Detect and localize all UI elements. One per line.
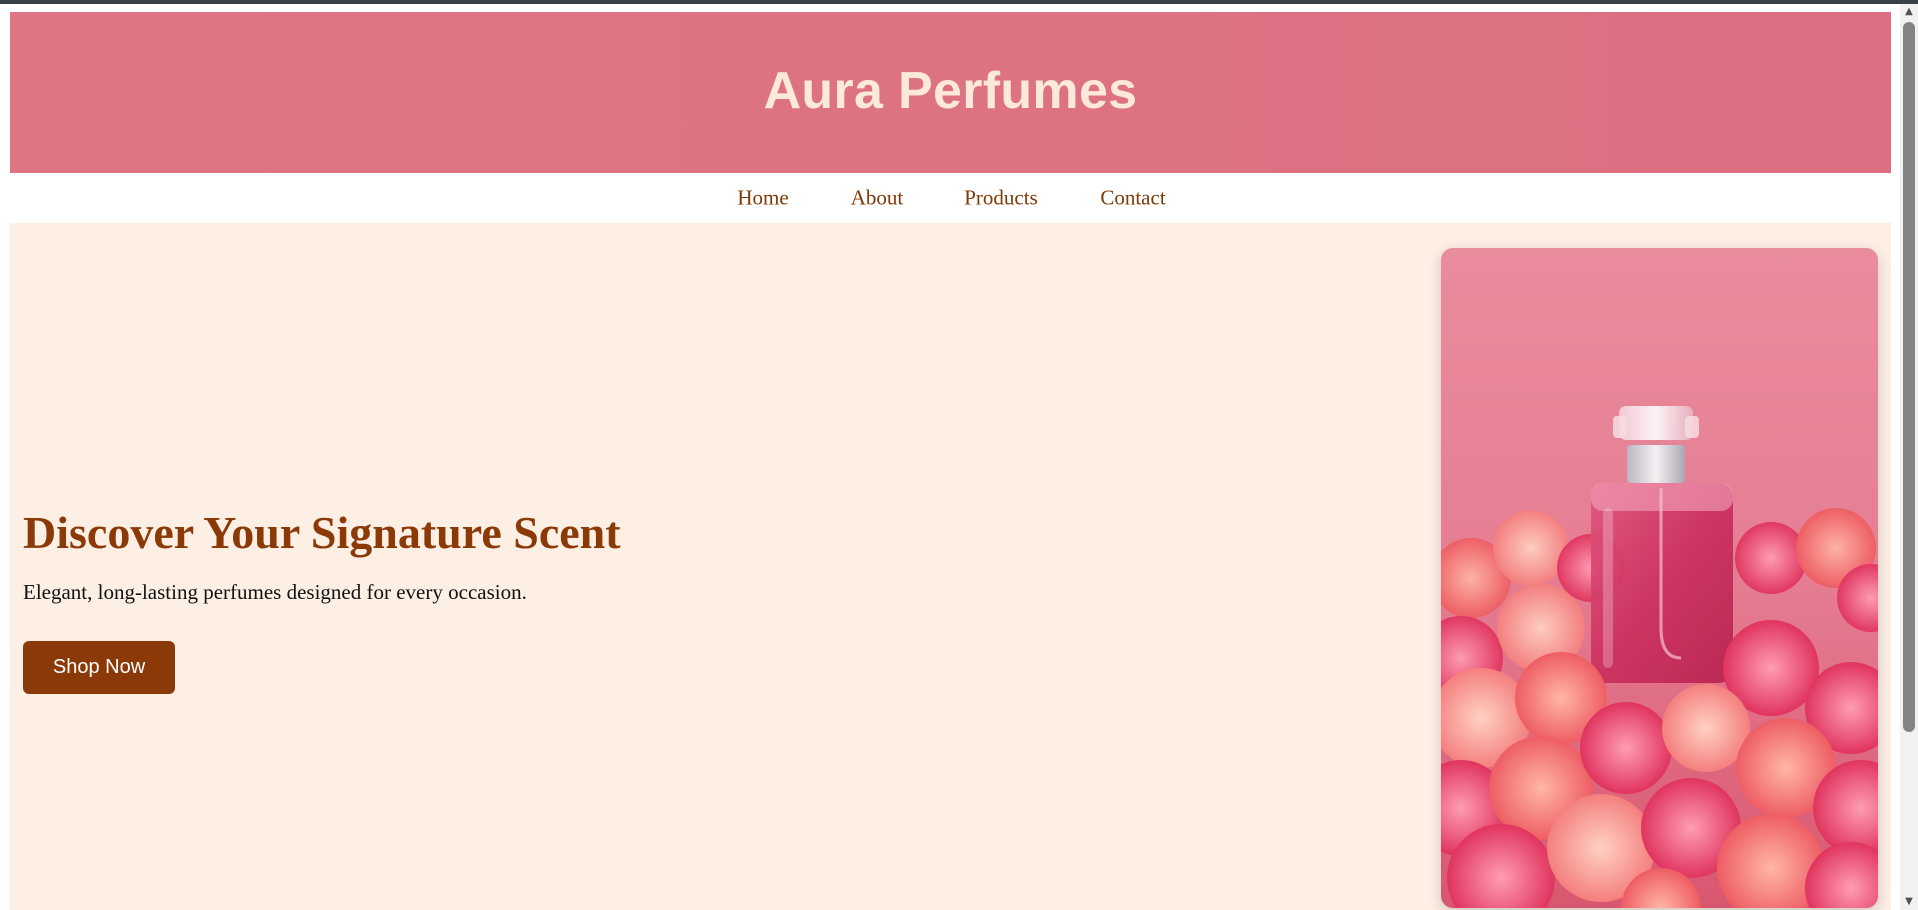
site-title: Aura Perfumes — [763, 61, 1138, 120]
scroll-down-arrow-icon[interactable]: ▼ — [1900, 894, 1918, 910]
shop-now-button[interactable]: Shop Now — [23, 641, 175, 694]
hero-subtitle: Elegant, long-lasting perfumes designed … — [23, 580, 527, 604]
nav-link-about[interactable]: About — [851, 186, 904, 211]
browser-window: Aura Perfumes Home About Products Contac… — [0, 0, 1918, 910]
perfume-bottle-illustration — [1441, 248, 1878, 908]
scrollbar-thumb[interactable] — [1903, 22, 1915, 732]
perfume-image — [1441, 248, 1878, 908]
site-header: Aura Perfumes — [10, 12, 1891, 173]
nav-link-products[interactable]: Products — [964, 186, 1038, 211]
vertical-scrollbar[interactable]: ▲ ▼ — [1900, 4, 1918, 910]
hero-heading: Discover Your Signature Scent — [23, 507, 621, 558]
scroll-up-arrow-icon[interactable]: ▲ — [1900, 4, 1918, 20]
main-nav: Home About Products Contact — [10, 173, 1891, 223]
nav-link-home[interactable]: Home — [737, 186, 788, 211]
nav-link-contact[interactable]: Contact — [1100, 186, 1165, 211]
hero-section: Discover Your Signature Scent Elegant, l… — [10, 223, 1891, 910]
page-viewport: Aura Perfumes Home About Products Contac… — [0, 4, 1900, 910]
page: Aura Perfumes Home About Products Contac… — [10, 12, 1891, 910]
